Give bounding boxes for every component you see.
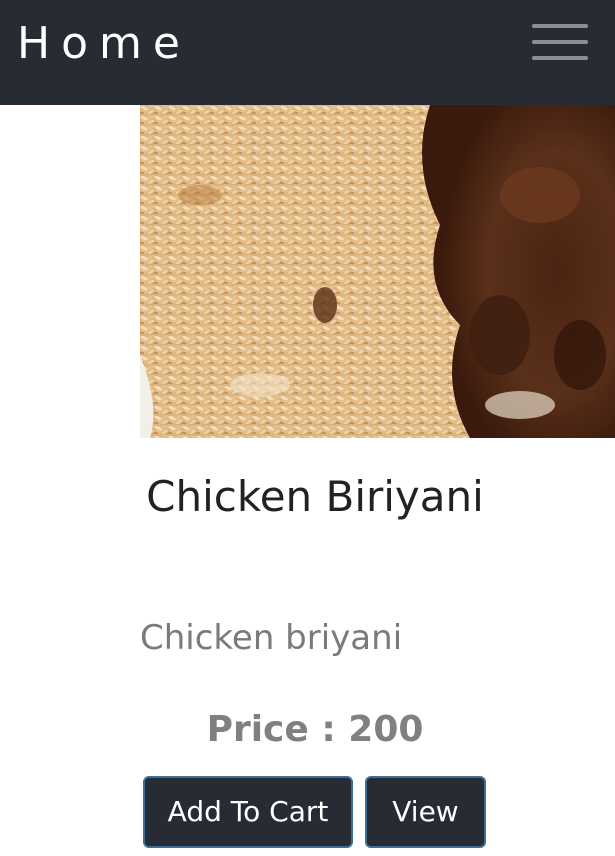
brand-home-link[interactable]: Home bbox=[17, 18, 191, 70]
product-price: Price : 200 bbox=[206, 709, 424, 750]
product-image bbox=[140, 105, 615, 438]
menu-bar-line bbox=[532, 24, 588, 28]
menu-bar-line bbox=[532, 40, 588, 44]
menu-bar-line bbox=[532, 56, 588, 60]
product-title: Chicken Biriyani bbox=[146, 472, 484, 521]
hamburger-menu-icon[interactable] bbox=[532, 24, 588, 62]
product-description: Chicken briyani bbox=[140, 618, 403, 658]
view-button[interactable]: View bbox=[365, 776, 486, 848]
add-to-cart-button[interactable]: Add To Cart bbox=[143, 776, 353, 848]
top-navbar: Home bbox=[0, 0, 615, 105]
